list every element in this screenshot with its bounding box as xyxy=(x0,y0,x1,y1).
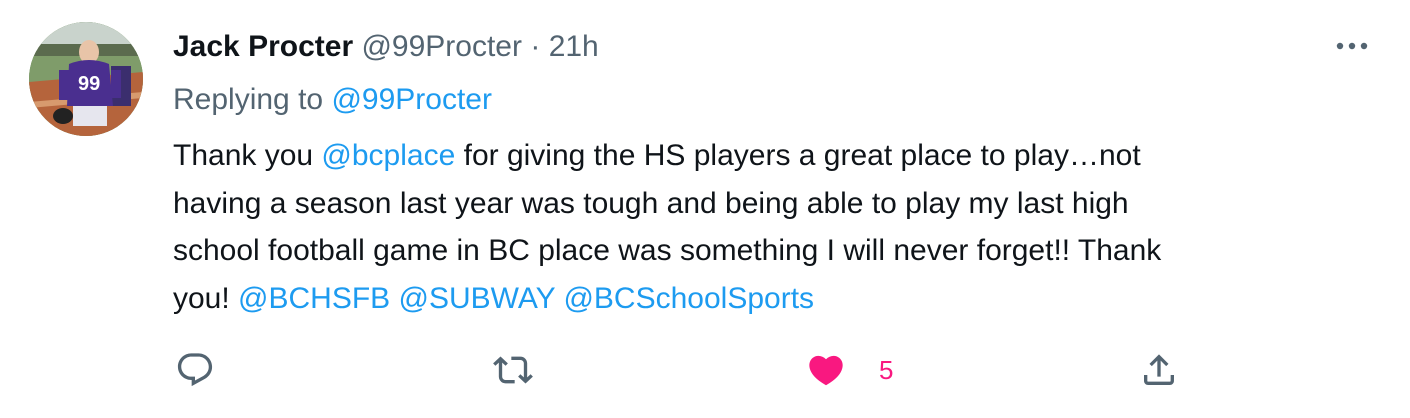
mention-bchsfb[interactable]: @BCHSFB xyxy=(238,282,390,315)
mention-subway[interactable]: @SUBWAY xyxy=(399,282,556,315)
replying-to-mention[interactable]: @99Procter xyxy=(331,83,492,116)
like-count: 5 xyxy=(879,354,894,385)
tweet-text-segment: for giving the HS players a great place … xyxy=(455,139,1141,172)
tweet-text-segment: you! xyxy=(173,281,239,315)
avatar[interactable]: 99 xyxy=(29,22,143,136)
avatar-jersey-number: 99 xyxy=(78,73,100,95)
heart-icon xyxy=(809,355,843,386)
replying-to-label: Replying to xyxy=(173,83,332,116)
tweet-text-line: Thank you @bcplace for giving the HS pla… xyxy=(173,132,1373,180)
share-icon xyxy=(1144,354,1174,385)
reply-icon xyxy=(177,353,213,387)
tweet-text-line: having a season last year was tough and … xyxy=(173,186,1129,220)
retweet-icon xyxy=(493,356,533,384)
separator-dot: · xyxy=(530,30,541,63)
tweet-text-line: you! @BCHSFB @SUBWAY @BCSchoolSports xyxy=(173,275,1373,323)
retweet-button[interactable] xyxy=(492,350,534,390)
avatar-photo: 99 xyxy=(29,22,143,136)
tweet-text-segment: Thank you xyxy=(173,139,322,172)
mention-bcschoolsports[interactable]: @BCSchoolSports xyxy=(563,282,814,315)
tweet-text-line: school football game in BC place was som… xyxy=(173,234,1162,267)
share-button[interactable] xyxy=(1138,350,1180,390)
mention-bcplace[interactable]: @bcplace xyxy=(321,139,455,172)
more-options-button[interactable] xyxy=(1332,30,1372,62)
replying-to: Replying to @99Procter xyxy=(173,81,492,119)
reply-button[interactable] xyxy=(175,350,215,390)
timestamp[interactable]: 21h xyxy=(549,30,599,63)
tweet: 99 Jack Procter @99Procter · 21h Replyin… xyxy=(0,0,1410,418)
tweet-header: Jack Procter @99Procter · 21h xyxy=(173,28,599,66)
user-handle[interactable]: @99Procter xyxy=(361,30,522,63)
tweet-text: Thank you @bcplace for giving the HS pla… xyxy=(173,132,1373,322)
like-button[interactable]: 5 xyxy=(805,350,893,390)
more-dots-icon xyxy=(1336,42,1368,50)
display-name[interactable]: Jack Procter xyxy=(173,30,353,63)
